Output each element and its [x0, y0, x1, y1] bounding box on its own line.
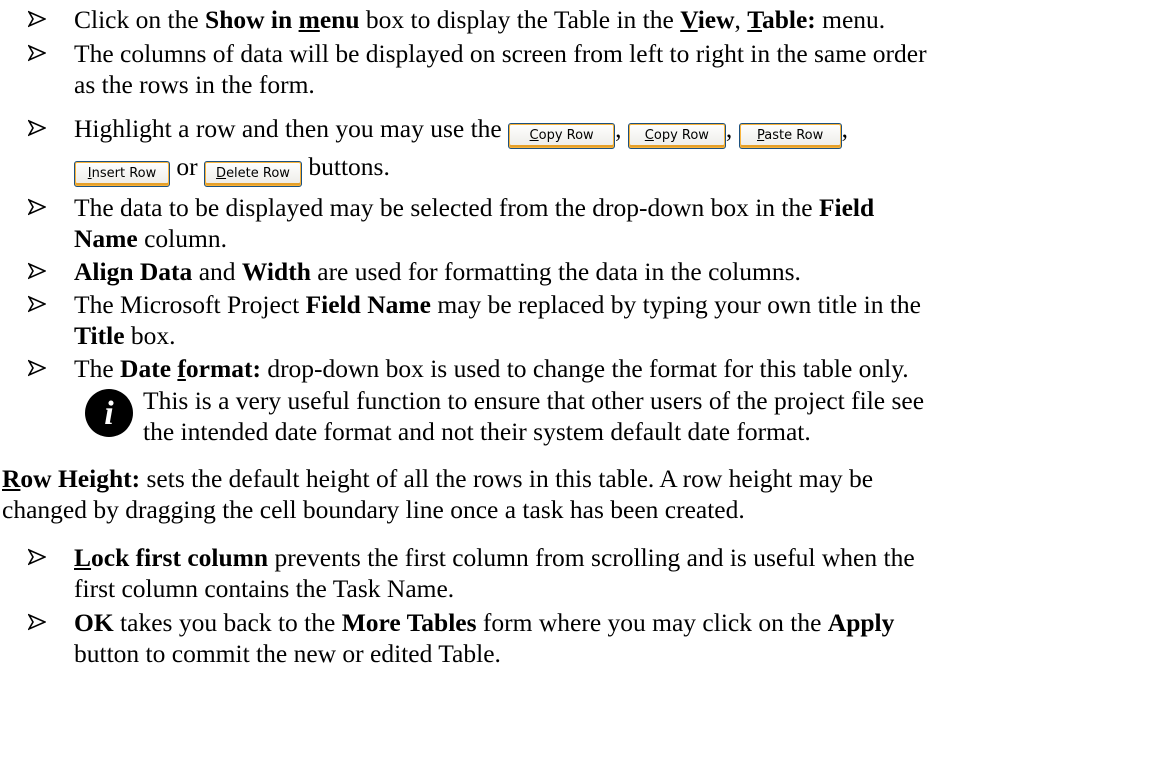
ok-bold: OK — [74, 608, 114, 637]
text-line: The columns of data will be displayed on… — [74, 39, 927, 68]
text: buttons. — [308, 152, 390, 181]
text-line: button to commit the new or edited Table… — [74, 639, 501, 668]
align-data-bold: Align Data — [74, 257, 193, 286]
info-icon: i — [85, 389, 133, 437]
arrow-bullet-icon — [28, 262, 46, 280]
text-line: first column contains the Task Name. — [74, 574, 455, 603]
lock-mnemonic: L — [74, 543, 92, 572]
copy-row-button[interactable]: Copy Row — [508, 123, 616, 149]
copy-row-button-2[interactable]: Copy Row — [627, 123, 726, 149]
text: , — [725, 114, 733, 143]
date-bold: Date — [120, 354, 178, 383]
text: menu. — [815, 5, 886, 34]
text: The data to be displayed may be selected… — [74, 193, 819, 222]
text: Highlight a row and then you may use the — [74, 114, 509, 143]
row-mnemonic: R — [2, 464, 21, 493]
arrow-bullet-icon — [28, 613, 46, 631]
arrow-bullet-icon — [28, 295, 46, 313]
text-line: changed by dragging the cell boundary li… — [2, 495, 745, 524]
format-mnemonic: f — [177, 354, 186, 383]
arrow-bullet-icon — [28, 198, 46, 216]
button-label: aste Row — [764, 128, 824, 143]
table-bold: able: — [761, 5, 816, 34]
button-label: opy Row — [538, 128, 594, 143]
arrow-bullet-icon — [28, 359, 46, 377]
text-line: as the rows in the form. — [74, 70, 315, 99]
name-bold: Name — [74, 224, 138, 253]
row-height-paragraph: Row Height: sets the default height of a… — [2, 463, 1152, 525]
paste-row-button[interactable]: Paste Row — [738, 123, 842, 149]
text: sets the default height of all the rows … — [140, 464, 874, 493]
menu-mnemonic: m — [298, 5, 320, 34]
text: form where you may click on the — [476, 608, 828, 637]
format-bold: ormat: — [185, 354, 261, 383]
text: takes you back to the — [113, 608, 342, 637]
button-label: nsert Row — [91, 166, 157, 181]
text: The — [74, 354, 121, 383]
table-mnemonic: T — [747, 5, 762, 34]
text: The Microsoft Project — [74, 290, 306, 319]
arrow-bullet-icon — [28, 119, 46, 137]
info-icon-letter: i — [104, 395, 114, 432]
show-in-menu-bold: Show in — [205, 5, 299, 34]
text: may be replaced by typing your own title… — [430, 290, 921, 319]
document-page: Click on the Show in menu box to display… — [0, 0, 1172, 760]
field-name-bold: Field Name — [305, 290, 431, 319]
field-bold: Field — [818, 193, 875, 222]
view-bold: iew — [697, 5, 735, 34]
insert-row-button[interactable]: Insert Row — [74, 161, 170, 187]
title-bold: Title — [74, 321, 125, 350]
lock-first-column-bold: ock first column — [91, 543, 269, 572]
text: box to display the Table in the — [359, 5, 681, 34]
text: , — [734, 5, 748, 34]
delete-row-button[interactable]: Delete Row — [204, 161, 302, 187]
more-tables-bold: More Tables — [341, 608, 477, 637]
button-key: D — [216, 166, 227, 181]
text: are used for formatting the data in the … — [310, 257, 801, 286]
button-label: elete Row — [226, 166, 290, 181]
menu-bold: enu — [319, 5, 360, 34]
note-line: the intended date format and not their s… — [143, 417, 811, 446]
text: , — [841, 114, 848, 143]
text: box. — [124, 321, 176, 350]
note-line: This is a very useful function to ensure… — [143, 386, 925, 415]
arrow-bullet-icon — [28, 548, 46, 566]
info-note: This is a very useful function to ensure… — [143, 385, 1168, 447]
row-height-bold: ow Height: — [20, 464, 141, 493]
text: , — [615, 114, 622, 143]
button-key: C — [529, 128, 539, 143]
text: and — [192, 257, 242, 286]
text: column. — [137, 224, 227, 253]
arrow-bullet-icon — [28, 44, 46, 62]
text: or — [176, 152, 198, 181]
button-label: opy Row — [653, 128, 709, 143]
text: drop-down box is used to change the form… — [260, 354, 909, 383]
button-key: C — [644, 128, 654, 143]
arrow-bullet-icon — [28, 10, 46, 28]
text: prevents the first column from scrolling… — [268, 543, 915, 572]
view-mnemonic: V — [680, 5, 698, 34]
text: Click on the — [74, 5, 206, 34]
width-bold: Width — [241, 257, 311, 286]
apply-bold: Apply — [827, 608, 895, 637]
